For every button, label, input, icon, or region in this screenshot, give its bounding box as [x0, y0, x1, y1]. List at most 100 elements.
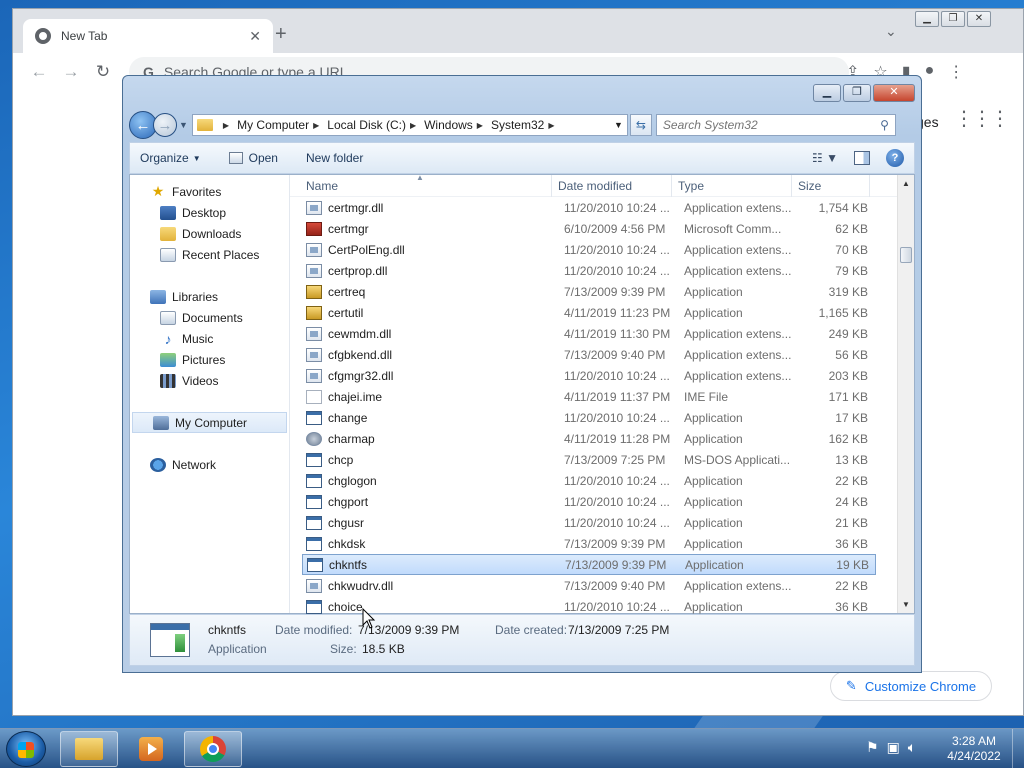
tab-close-icon[interactable]: ✕	[249, 28, 261, 45]
breadcrumb-windows[interactable]: Windows ▶	[424, 118, 491, 132]
table-row[interactable]: chajei.ime 4/11/2019 11:37 PM IME File 171 …	[302, 386, 876, 407]
table-row[interactable]: certprop.dll 11/20/2010 10:24 ... Applicat…	[302, 260, 876, 281]
forward-arrow-icon[interactable]: →	[55, 62, 87, 82]
table-row[interactable]: change 11/20/2010 10:24 ... Application 17 …	[302, 407, 876, 428]
help-icon[interactable]: ?	[886, 149, 904, 167]
open-button[interactable]: Open	[228, 151, 278, 165]
nav-network[interactable]: Network	[130, 454, 289, 475]
breadcrumb-local-disk[interactable]: Local Disk (C:) ▶	[327, 118, 424, 132]
column-header-date[interactable]: Date modified	[552, 174, 672, 197]
nav-documents[interactable]: Documents	[130, 307, 289, 328]
breadcrumb-my-computer[interactable]: My Computer ▶	[237, 118, 327, 132]
chrome-menu-icon[interactable]: ⋮	[948, 62, 964, 82]
close-icon[interactable]: ✕	[873, 84, 915, 102]
breadcrumb-root-arrow[interactable]: ▶	[219, 121, 237, 130]
file-name: cewmdm.dll	[328, 326, 392, 341]
action-center-flag-icon[interactable]: ⚑	[866, 739, 879, 756]
maximize-icon[interactable]: ❐	[843, 84, 871, 102]
mmc-file-icon	[306, 221, 322, 236]
nav-libraries[interactable]: Libraries	[130, 286, 289, 307]
table-row[interactable]: cfgmgr32.dll 11/20/2010 10:24 ... Applicat…	[302, 365, 876, 386]
table-row[interactable]: chgusr 11/20/2010 10:24 ... Application 21 …	[302, 512, 876, 533]
tab-search-chevron-icon[interactable]: ⌄	[885, 23, 897, 40]
close-icon[interactable]: ✕	[967, 11, 991, 27]
clock-time: 3:28 AM	[951, 734, 997, 748]
show-desktop-button[interactable]	[1012, 729, 1024, 768]
address-dropdown-icon[interactable]: ▼	[614, 120, 623, 130]
file-name-cell: cfgmgr32.dll	[302, 368, 558, 383]
scroll-thumb[interactable]	[900, 247, 912, 263]
column-header-name[interactable]: ▲ Name	[290, 173, 552, 197]
volume-icon[interactable]: 🔈︎	[908, 739, 916, 756]
scroll-down-arrow-icon[interactable]: ▼	[898, 596, 914, 613]
table-row[interactable]: chcp 7/13/2009 7:25 PM MS-DOS Applicati...…	[302, 449, 876, 470]
chrome-tab-new-tab[interactable]: New Tab ✕	[23, 19, 273, 53]
customize-chrome-button[interactable]: ✎ Customize Chrome	[830, 671, 992, 701]
table-row[interactable]: chgport 11/20/2010 10:24 ... Application 24…	[302, 491, 876, 512]
change-view-icon[interactable]: ☷ ▼	[812, 151, 838, 165]
apps-grid-icon[interactable]: ⋮⋮⋮	[954, 106, 1010, 131]
table-row[interactable]: CertPolEng.dll 11/20/2010 10:24 ... Applic…	[302, 239, 876, 260]
table-row[interactable]: certmgr 6/10/2009 4:56 PM Microsoft Comm..…	[302, 218, 876, 239]
recent-places-icon	[160, 247, 176, 262]
app-file-icon	[306, 452, 322, 467]
music-note-icon: ♪	[164, 330, 172, 347]
chrome-logo-icon	[35, 28, 51, 44]
table-row[interactable]: chkdsk 7/13/2009 9:39 PM Application 36 KB	[302, 533, 876, 554]
table-row[interactable]: cewmdm.dll 4/11/2019 11:30 PM Application …	[302, 323, 876, 344]
table-row[interactable]: charmap 4/11/2019 11:28 PM Application 162 …	[302, 428, 876, 449]
table-row[interactable]: chglogon 11/20/2010 10:24 ... Application 2…	[302, 470, 876, 491]
dll-file-icon	[306, 263, 322, 278]
minimize-icon[interactable]: ▁	[915, 11, 939, 27]
explorer-titlebar[interactable]: ▁ ❐ ✕	[129, 82, 915, 108]
organize-button[interactable]: Organize ▼	[140, 151, 201, 165]
file-size: 56 KB	[835, 347, 868, 362]
taskbar-chrome[interactable]	[184, 731, 242, 767]
file-date: 4/11/2019 11:23 PM	[564, 305, 671, 320]
forward-button[interactable]: →	[153, 113, 177, 137]
table-row[interactable]: chkntfs 7/13/2009 9:39 PM Application 19 KB	[302, 554, 876, 575]
column-header-type[interactable]: Type	[672, 174, 792, 197]
nav-videos[interactable]: Videos	[130, 370, 289, 391]
recent-pages-chevron-icon[interactable]: ▼	[179, 120, 188, 130]
scroll-up-arrow-icon[interactable]: ▲	[898, 175, 914, 192]
file-name: certmgr	[328, 221, 369, 236]
file-date: 11/20/2010 10:24 ...	[564, 494, 670, 509]
table-row[interactable]: chkwudrv.dll 7/13/2009 9:40 PM Application…	[302, 575, 876, 596]
table-row[interactable]: certmgr.dll 11/20/2010 10:24 ... Applicati…	[302, 197, 876, 218]
taskbar-media-player[interactable]	[122, 731, 180, 767]
table-row[interactable]: certreq 7/13/2009 9:39 PM Application 319 K…	[302, 281, 876, 302]
back-arrow-icon[interactable]: ←	[23, 62, 55, 82]
search-input[interactable]	[662, 118, 863, 132]
start-button[interactable]	[6, 731, 46, 767]
clock[interactable]: 3:28 AM 4/24/2022	[944, 734, 1004, 764]
address-bar[interactable]: ▶ My Computer ▶ Local Disk (C:) ▶ Windows ▶…	[191, 114, 628, 136]
breadcrumb-system32[interactable]: System32 ▶	[491, 118, 563, 132]
new-tab-plus-icon[interactable]: +	[275, 23, 287, 46]
nav-recent-places[interactable]: Recent Places	[130, 244, 289, 265]
nav-my-computer[interactable]: My Computer	[132, 412, 287, 433]
nav-pictures[interactable]: Pictures	[130, 349, 289, 370]
nav-music[interactable]: ♪ Music	[130, 328, 289, 349]
taskbar-explorer[interactable]	[60, 731, 118, 767]
reload-icon[interactable]: ↻	[87, 62, 119, 82]
column-header-size[interactable]: Size	[792, 174, 870, 197]
vertical-scrollbar[interactable]: ▲ ▼	[897, 175, 914, 613]
nav-favorites[interactable]: ★ Favorites	[130, 181, 289, 202]
preview-pane-icon[interactable]	[854, 151, 870, 165]
table-row[interactable]: cfgbkend.dll 7/13/2009 9:40 PM Application…	[302, 344, 876, 365]
profile-icon[interactable]: ●	[925, 62, 935, 82]
file-size: 79 KB	[835, 263, 868, 278]
file-date: 7/13/2009 9:39 PM	[565, 557, 667, 572]
network-tray-icon[interactable]: ▣	[887, 739, 900, 756]
nav-downloads[interactable]: Downloads	[130, 223, 289, 244]
nav-desktop[interactable]: Desktop	[130, 202, 289, 223]
minimize-icon[interactable]: ▁	[813, 84, 841, 102]
search-box[interactable]: ⚲	[655, 114, 896, 136]
new-folder-button[interactable]: New folder	[306, 151, 363, 165]
file-size: 203 KB	[828, 368, 868, 383]
file-name: chglogon	[328, 473, 377, 488]
table-row[interactable]: certutil 4/11/2019 11:23 PM Application 1,1…	[302, 302, 876, 323]
maximize-icon[interactable]: ❐	[941, 11, 965, 27]
refresh-button[interactable]: ⇆	[629, 114, 652, 136]
